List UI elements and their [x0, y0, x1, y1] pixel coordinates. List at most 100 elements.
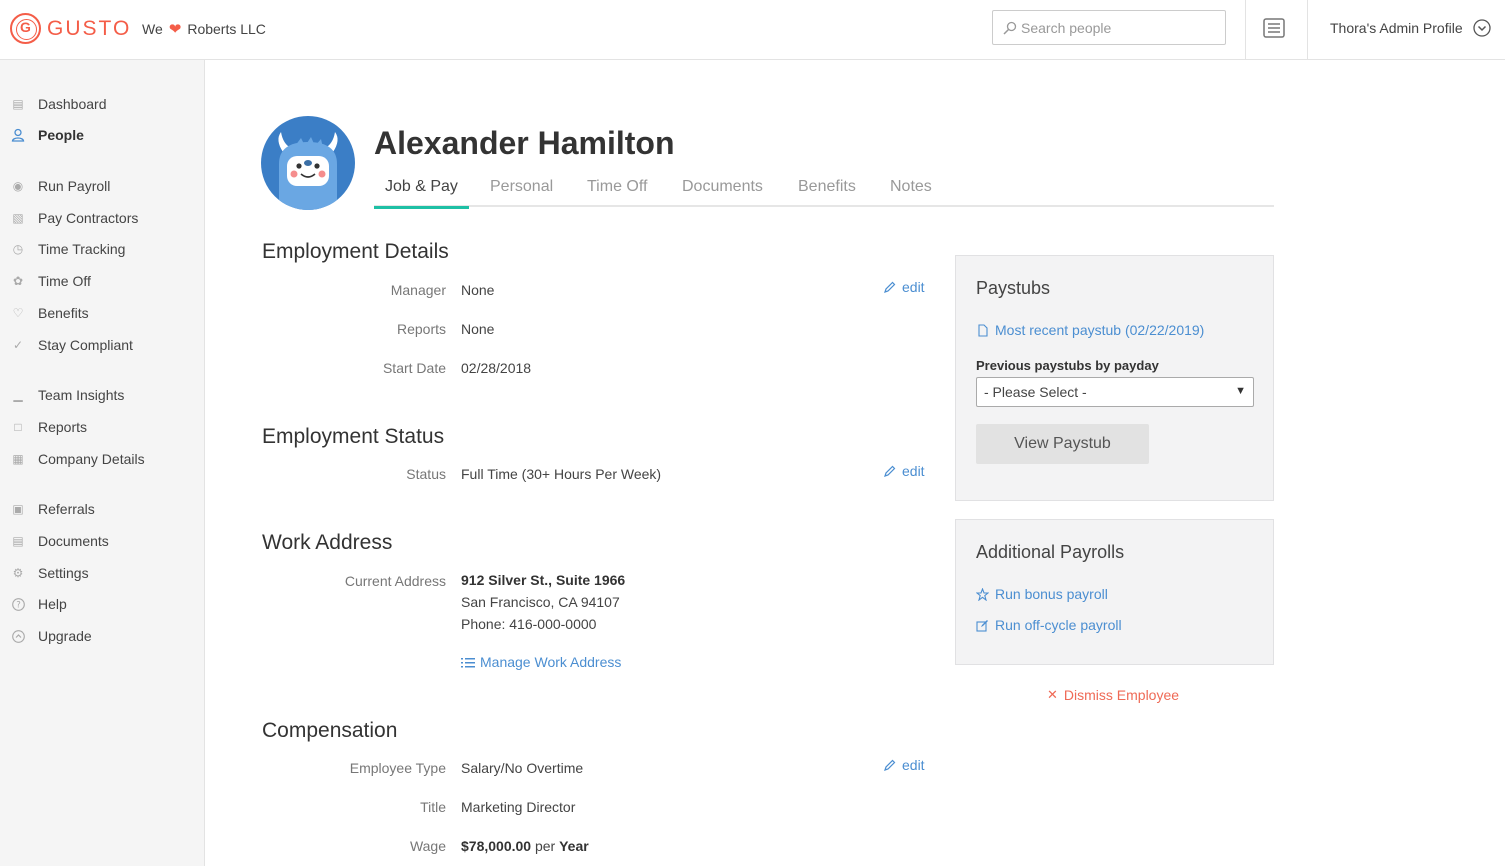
newspaper-icon	[1263, 18, 1285, 38]
employee-type-value: Salary/No Overtime	[461, 760, 584, 776]
folder-icon: □	[14, 420, 22, 434]
wage-label: Wage	[409, 838, 446, 854]
paystubs-heading: Paystubs	[976, 278, 1051, 298]
sidebar-item-time-off[interactable]: ✿ Time Off	[10, 271, 91, 291]
employee-type-label: Employee Type	[349, 760, 446, 776]
upgrade-icon	[10, 628, 26, 644]
most-recent-paystub-link[interactable]: Most recent paystub (02/22/2019)	[976, 322, 1204, 338]
status-label: Status	[406, 466, 446, 482]
gusto-logo[interactable]: G GUSTO	[10, 13, 131, 44]
compensation-heading: Compensation	[262, 719, 398, 742]
sidebar-item-referrals[interactable]: ▣ Referrals	[10, 499, 94, 519]
manage-work-address-link[interactable]: Manage Work Address	[461, 654, 621, 670]
work-address-heading: Work Address	[262, 531, 393, 554]
we-text: We	[142, 21, 163, 37]
sidebar-item-run-payroll[interactable]: ◉ Run Payroll	[10, 176, 111, 196]
sidebar-item-stay-compliant[interactable]: ✓ Stay Compliant	[10, 335, 133, 355]
tab-job-pay[interactable]: Job & Pay	[374, 178, 469, 209]
tab-time-off[interactable]: Time Off	[587, 178, 647, 209]
palm-tree-icon: ✿	[12, 274, 24, 288]
top-bar: G GUSTO We ❤ Roberts LLC Thora's Admin P…	[0, 0, 1505, 60]
address-line-1: 912 Silver St., Suite 1966	[461, 572, 626, 588]
previous-paystubs-label: Previous paystubs by payday	[976, 358, 1159, 373]
sidebar-item-help[interactable]: ? Help	[10, 594, 67, 614]
dashboard-icon: ▤	[12, 97, 24, 111]
pencil-icon	[884, 465, 896, 477]
building-icon: ▦	[12, 452, 24, 466]
sidebar-item-benefits[interactable]: ♡ Benefits	[10, 303, 89, 323]
sidebar: ▤ Dashboard People ◉ Run Payroll ▧ Pay Cont…	[0, 60, 205, 866]
manager-label: Manager	[390, 282, 446, 298]
title-value: Marketing Director	[461, 799, 576, 815]
sidebar-item-people[interactable]: People	[10, 125, 84, 145]
heart-icon: ❤	[168, 21, 182, 38]
pencil-icon	[884, 281, 896, 293]
tab-personal[interactable]: Personal	[490, 178, 553, 209]
clock-icon: ◷	[12, 242, 24, 256]
start-date-value: 02/28/2018	[461, 360, 532, 376]
person-icon	[10, 127, 26, 143]
question-icon: ?	[10, 596, 26, 612]
current-address-label: Current Address	[344, 573, 446, 589]
additional-payrolls-heading: Additional Payrolls	[976, 542, 1125, 562]
sidebar-item-settings[interactable]: ⚙ Settings	[10, 563, 89, 583]
run-bonus-payroll-link[interactable]: Run bonus payroll	[976, 586, 1108, 602]
address-line-2: San Francisco, CA 94107	[461, 594, 620, 610]
document-icon	[978, 323, 988, 337]
bar-chart-icon: ▁	[13, 388, 23, 402]
profile-tabs: Job & Pay Personal Time Off Documents Be…	[374, 175, 1274, 209]
gusto-wordmark: GUSTO	[47, 16, 132, 40]
tab-notes[interactable]: Notes	[890, 178, 932, 209]
employment-details-heading: Employment Details	[262, 240, 449, 263]
close-icon: ✕	[1047, 687, 1058, 702]
sidebar-item-time-tracking[interactable]: ◷ Time Tracking	[10, 239, 126, 259]
manager-value: None	[461, 282, 495, 298]
tab-benefits[interactable]: Benefits	[798, 178, 856, 209]
divider	[1307, 0, 1308, 59]
sidebar-item-pay-contractors[interactable]: ▧ Pay Contractors	[10, 208, 138, 228]
svg-text:?: ?	[16, 600, 21, 610]
divider	[1245, 0, 1246, 59]
edit-square-icon	[976, 619, 988, 632]
document-icon: ▤	[12, 534, 24, 548]
sidebar-item-reports[interactable]: □ Reports	[10, 417, 87, 437]
title-label: Title	[420, 799, 446, 815]
heart-hands-icon: ♡	[12, 306, 24, 320]
admin-profile-menu[interactable]: Thora's Admin Profile	[1330, 19, 1491, 37]
view-paystub-button[interactable]: View Paystub	[976, 424, 1149, 464]
gear-icon: ⚙	[12, 566, 24, 580]
edit-employment-status-link[interactable]: edit	[883, 463, 925, 479]
sidebar-item-team-insights[interactable]: ▁ Team Insights	[10, 385, 124, 405]
employee-name: Alexander Hamilton	[374, 125, 675, 161]
start-date-label: Start Date	[382, 360, 446, 376]
gift-icon: ▣	[12, 502, 24, 516]
sidebar-item-dashboard[interactable]: ▤ Dashboard	[10, 94, 106, 114]
edit-employment-details-link[interactable]: edit	[883, 279, 925, 295]
sidebar-item-documents[interactable]: ▤ Documents	[10, 531, 108, 551]
reports-value: None	[461, 321, 495, 337]
sidebar-item-company-details[interactable]: ▦ Company Details	[10, 449, 144, 469]
employment-status-heading: Employment Status	[262, 425, 445, 448]
notifications-button[interactable]	[1262, 17, 1286, 39]
status-value: Full Time (30+ Hours Per Week)	[461, 466, 662, 482]
search-icon	[1003, 21, 1017, 35]
profile-label: Thora's Admin Profile	[1330, 20, 1463, 36]
paystubs-panel: Paystubs Most recent paystub (02/22/2019…	[955, 255, 1274, 501]
search-people-box[interactable]	[992, 10, 1226, 45]
dismiss-employee-link[interactable]: ✕ Dismiss Employee	[1047, 687, 1179, 703]
sidebar-item-upgrade[interactable]: Upgrade	[10, 626, 92, 646]
money-bag-icon: ◉	[12, 179, 24, 193]
run-off-cycle-payroll-link[interactable]: Run off-cycle payroll	[976, 617, 1122, 633]
search-input[interactable]	[1021, 19, 1221, 36]
edit-compensation-link[interactable]: edit	[883, 757, 925, 773]
company-banner: We ❤ Roberts LLC	[142, 20, 266, 38]
dropdown-arrow-icon: ▼	[1235, 385, 1246, 397]
pencil-icon	[884, 759, 896, 771]
checkmark-icon: ✓	[12, 338, 24, 352]
previous-paystubs-select[interactable]: - Please Select - ▼	[976, 377, 1254, 407]
reports-label: Reports	[396, 321, 446, 337]
gusto-logo-icon: G	[10, 13, 41, 44]
chevron-down-icon	[1472, 19, 1491, 37]
employee-avatar	[261, 116, 355, 210]
tab-documents[interactable]: Documents	[682, 178, 763, 209]
